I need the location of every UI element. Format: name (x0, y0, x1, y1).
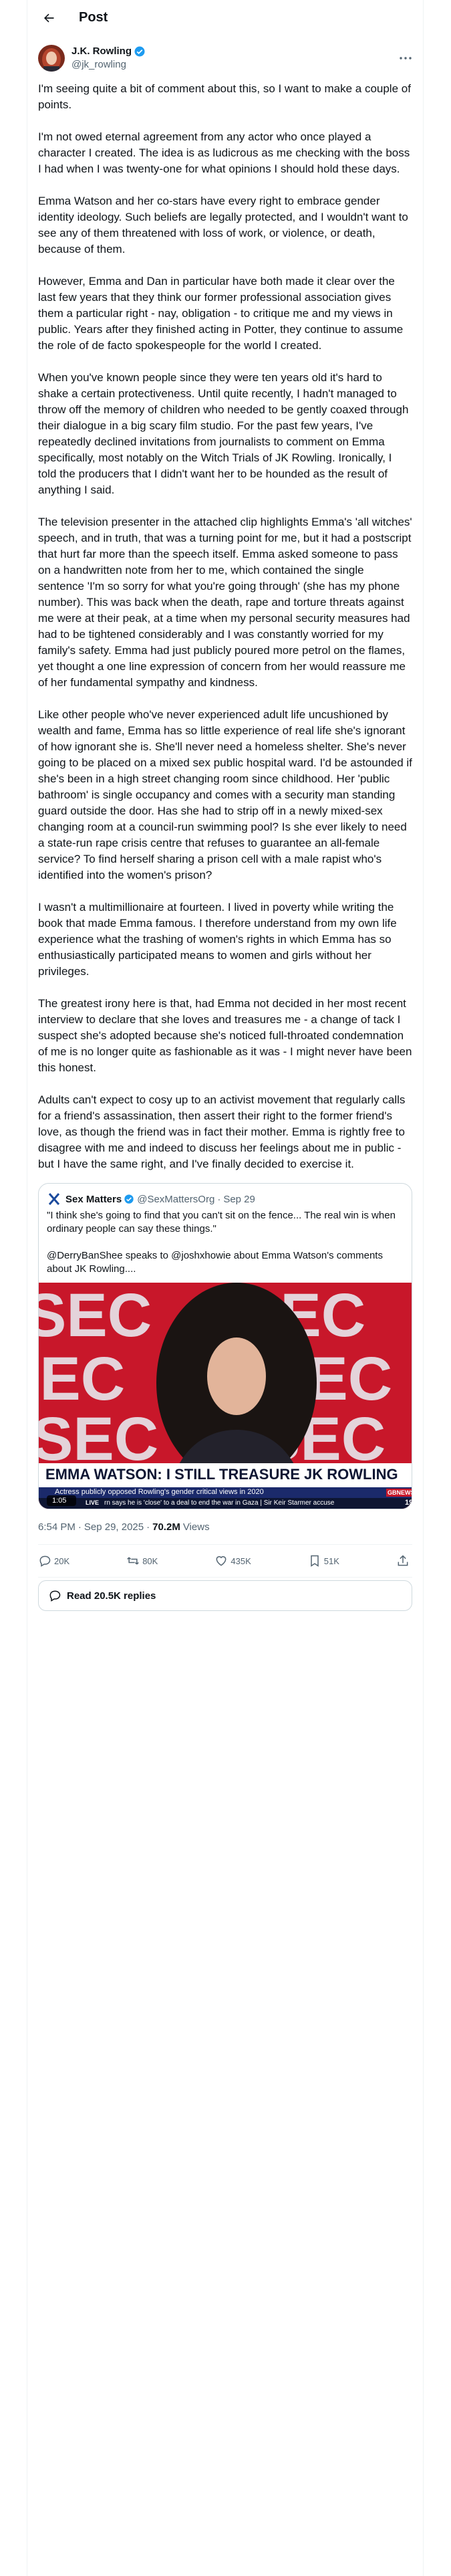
views-label: Views (182, 1521, 210, 1533)
bookmark-count: 51K (323, 1555, 339, 1566)
post-paragraph: Emma Watson and her co-stars have every … (38, 195, 408, 255)
reply-count: 20K (54, 1555, 70, 1566)
repost-button[interactable]: 80K (126, 1554, 158, 1568)
share-button[interactable] (396, 1554, 412, 1568)
news-live-label: LIVE (86, 1499, 100, 1506)
background-graphic-text: SEC (39, 1405, 158, 1473)
post-column: Post J.K. Rowling @jk_rowling I'm seeing… (27, 0, 424, 2576)
views-count: 70.2M (152, 1521, 180, 1533)
video-duration: 1:05 (52, 1497, 67, 1505)
reply-icon (39, 1555, 51, 1567)
quoted-author-name: Sex Matters (65, 1193, 122, 1205)
reply-button[interactable]: 20K (38, 1554, 69, 1568)
post-paragraph: Like other people who've never experienc… (38, 708, 412, 881)
repost-count: 80K (142, 1555, 158, 1566)
post-paragraph: The television presenter in the attached… (38, 516, 412, 689)
quoted-post[interactable]: Sex Matters @SexMattersOrg · Sep 29 "I t… (38, 1183, 412, 1509)
author-row: J.K. Rowling @jk_rowling (27, 42, 423, 74)
news-clock: 19:48 (405, 1499, 412, 1507)
divider (38, 1577, 412, 1578)
share-icon (398, 1555, 408, 1566)
separator-dot: · (217, 1193, 221, 1205)
post-meta: 6:54 PM · Sep 29, 2025 · 70.2M Views (27, 1520, 423, 1533)
top-bar: Post (27, 0, 423, 35)
post-paragraph: I'm not owed eternal agreement from any … (38, 130, 410, 175)
action-bar: 20K 80K 435K 51K (27, 1545, 423, 1577)
post-body: I'm seeing quite a bit of comment about … (27, 81, 423, 1172)
repost-icon (127, 1557, 140, 1565)
quoted-text: "I think she's going to find that you ca… (47, 1210, 396, 1235)
author-name[interactable]: J.K. Rowling (71, 45, 132, 58)
separator-dot: · (146, 1521, 150, 1533)
chat-bubble-icon (49, 1590, 61, 1602)
like-count: 435K (231, 1555, 251, 1566)
post-paragraph: I wasn't a multimillionaire at fourteen.… (38, 901, 397, 978)
author-handle[interactable]: @jk_rowling (71, 58, 146, 72)
video-thumbnail[interactable]: SEC SEC SEC SEC SEC SEC EMMA WATSON: I S… (39, 1283, 412, 1509)
post-paragraph: The greatest irony here is that, had Emm… (38, 997, 412, 1074)
post-paragraph: I'm seeing quite a bit of comment about … (38, 82, 411, 111)
quoted-date: Sep 29 (223, 1193, 255, 1205)
verified-badge-icon (134, 45, 146, 58)
more-options-icon[interactable] (398, 50, 414, 66)
page-title: Post (79, 10, 108, 25)
post-paragraph: However, Emma and Dan in particular have… (38, 275, 404, 352)
bookmark-button[interactable]: 51K (308, 1554, 339, 1568)
verified-badge-icon (124, 1194, 134, 1204)
post-paragraph: When you've known people since they were… (38, 371, 409, 496)
quoted-text: @DerryBanShee speaks to @joshxhowie abou… (47, 1250, 383, 1275)
sex-matters-logo-icon (47, 1192, 61, 1206)
read-replies-button[interactable]: Read 20.5K replies (38, 1580, 412, 1611)
quoted-author-handle: @SexMattersOrg (137, 1193, 215, 1205)
background-graphic-text: SEC (39, 1283, 152, 1350)
bookmark-icon (311, 1555, 319, 1567)
avatar[interactable] (38, 45, 65, 72)
post-paragraph: Adults can't expect to cosy up to an act… (38, 1093, 406, 1170)
background-graphic-text: SEC (39, 1345, 125, 1413)
news-ticker: rn says he is 'close' to a deal to end t… (104, 1499, 335, 1507)
post-date[interactable]: Sep 29, 2025 (84, 1521, 144, 1533)
separator-dot: · (78, 1521, 82, 1533)
heart-icon (216, 1556, 227, 1566)
back-arrow-icon[interactable] (37, 7, 60, 29)
like-button[interactable]: 435K (214, 1554, 251, 1568)
news-headline: EMMA WATSON: I STILL TREASURE JK ROWLING (45, 1466, 398, 1483)
news-subline: Actress publicly opposed Rowling's gende… (55, 1488, 264, 1496)
read-replies-label: Read 20.5K replies (67, 1590, 156, 1602)
news-site: GBNEWS.COM (388, 1489, 412, 1496)
post-time[interactable]: 6:54 PM (38, 1521, 76, 1533)
